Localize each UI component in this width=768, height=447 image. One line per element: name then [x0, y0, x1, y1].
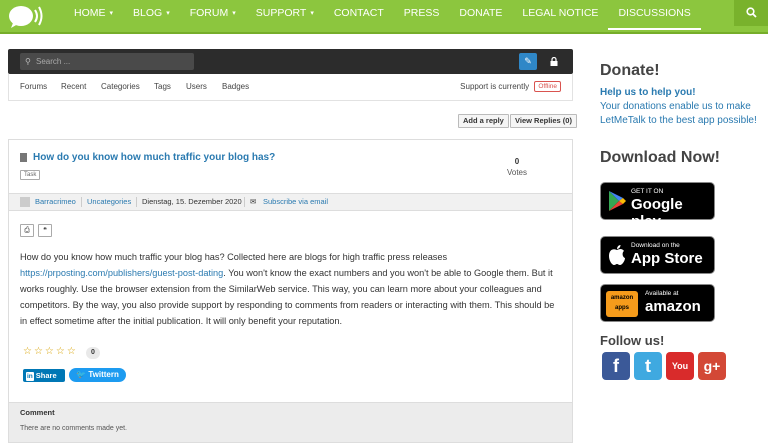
twitter-icon[interactable]: t — [634, 352, 662, 380]
quote-icon[interactable]: ❝ — [38, 224, 52, 237]
mail-icon: ✉ — [250, 197, 257, 206]
google-plus-icon[interactable]: g+ — [698, 352, 726, 380]
forum-tabs: Forums Recent Categories Tags Users Badg… — [8, 74, 573, 101]
post-body: How do you know how much traffic your bl… — [20, 249, 560, 329]
nav-item-label: CONTACT — [333, 7, 384, 19]
tab-users[interactable]: Users — [186, 82, 207, 91]
nav-item-support[interactable]: SUPPORT ▾ — [246, 0, 324, 26]
nav-item-forum[interactable]: FORUM ▾ — [180, 0, 246, 26]
nav-item-label: FORUM — [189, 7, 229, 19]
category-link[interactable]: Uncategories — [87, 194, 131, 210]
linkedin-label: Share — [35, 371, 57, 380]
post-title[interactable]: How do you know how much traffic your bl… — [33, 152, 275, 163]
nav-item-contact[interactable]: CONTACT — [324, 0, 394, 26]
apple-icon — [609, 245, 625, 265]
nav-item-label: BLOG — [133, 7, 163, 19]
offline-badge: Offline — [534, 81, 561, 92]
google-play-big: Google play — [631, 196, 683, 230]
chevron-down-icon: ▾ — [232, 10, 236, 17]
edit-pencil-icon[interactable]: ✎ — [519, 53, 537, 70]
chevron-down-icon: ▾ — [109, 10, 114, 17]
twitter-share-button[interactable]: 🐦 Twittern — [69, 368, 126, 382]
votes-label: Votes — [506, 168, 527, 177]
help-text[interactable]: Your donations enable us to make LetMeTa… — [600, 100, 760, 128]
nav-item-press[interactable]: PRESS — [394, 0, 450, 26]
nav-item-legal-notice[interactable]: LEGAL NOTICE — [512, 0, 608, 26]
divider — [81, 197, 82, 207]
speech-bubble-logo-icon[interactable] — [8, 4, 44, 28]
task-tag[interactable]: Task — [20, 170, 41, 180]
twitter-label: Twittern — [88, 370, 119, 379]
tab-tags[interactable]: Tags — [154, 82, 171, 91]
support-text: Support is currently — [460, 82, 530, 91]
chevron-down-icon: ▾ — [310, 10, 314, 17]
tab-forums[interactable]: Forums — [20, 82, 47, 91]
support-status: Support is currently Offline — [460, 81, 561, 92]
nav-item-discussions[interactable]: DISCUSSIONS — [608, 0, 701, 30]
avatar — [20, 197, 30, 207]
nav-item-home[interactable]: HOME ▾ — [64, 0, 123, 26]
post-card: How do you know how much traffic your bl… — [8, 139, 573, 443]
divider — [244, 197, 245, 207]
twitter-bird-icon: 🐦 — [76, 370, 87, 379]
document-icon — [20, 153, 27, 162]
download-heading: Download Now! — [600, 149, 720, 166]
tab-recent[interactable]: Recent — [61, 82, 86, 91]
linkedin-icon: in — [26, 372, 34, 381]
amazon-apps-button[interactable]: amazon apps Available at amazon — [600, 284, 715, 322]
amazon-big: amazon — [645, 298, 701, 315]
nav-item-label: PRESS — [403, 7, 440, 19]
linkedin-share-button[interactable]: in Share — [23, 369, 65, 382]
nav-item-label: DISCUSSIONS — [618, 7, 691, 19]
post-date: Dienstag, 15. Dezember 2020 — [142, 197, 242, 206]
google-play-icon — [609, 191, 626, 211]
body-text-1: How do you know how much traffic your bl… — [20, 252, 448, 262]
main-menu: HOME ▾ BLOG ▾ FORUM ▾ SUPPORT ▾ CONTACT PRESS DONA… — [64, 0, 701, 34]
print-icon[interactable]: ⎙ — [20, 224, 34, 237]
nav-item-label: DONATE — [459, 7, 503, 19]
nav-item-label: LEGAL NOTICE — [522, 7, 599, 19]
app-store-small: Download on the — [631, 242, 680, 249]
amazon-apps-logo-icon: amazon apps — [606, 291, 638, 317]
google-play-button[interactable]: GET IT ON Google play — [600, 182, 715, 230]
app-store-big: App Store — [631, 250, 703, 267]
rating-count: 0 — [86, 347, 100, 359]
search-placeholder: Search ... — [36, 57, 71, 66]
google-play-small: GET IT ON — [631, 188, 664, 195]
search-icon: ⚲ — [25, 57, 31, 66]
tab-categories[interactable]: Categories — [101, 82, 140, 91]
post-meta: Barracrimeo Uncategories Dienstag, 15. D… — [9, 193, 572, 211]
youtube-icon[interactable]: You — [666, 352, 694, 380]
comment-title: Comment — [20, 408, 55, 417]
forum-toolbar: ⚲ Search ... ✎ — [8, 49, 573, 74]
body-link[interactable]: https://prposting.com/publishers/guest-p… — [20, 268, 223, 278]
chevron-down-icon: ▾ — [166, 10, 170, 17]
nav-item-label: SUPPORT — [255, 7, 307, 19]
nav-item-donate[interactable]: DONATE — [449, 0, 512, 26]
help-title[interactable]: Help us to help you! — [600, 87, 696, 98]
nav-item-label: HOME — [74, 7, 106, 19]
author-link[interactable]: Barracrimeo — [35, 194, 76, 210]
rating-stars[interactable]: ☆☆☆☆☆ — [23, 346, 78, 357]
votes-count: 0 — [514, 157, 520, 166]
nav-item-blog[interactable]: BLOG ▾ — [123, 0, 180, 26]
facebook-icon[interactable]: f — [602, 352, 630, 380]
add-reply-button[interactable]: Add a reply — [458, 114, 509, 128]
top-navigation: HOME ▾ BLOG ▾ FORUM ▾ SUPPORT ▾ CONTACT PRESS DONA… — [0, 0, 768, 34]
lock-icon[interactable] — [545, 53, 563, 70]
forum-search-input[interactable]: ⚲ Search ... — [20, 53, 194, 70]
comment-empty-text: There are no comments made yet. — [20, 425, 127, 432]
app-store-button[interactable]: Download on the App Store — [600, 236, 715, 274]
amazon-small: Available at — [645, 290, 679, 297]
tab-badges[interactable]: Badges — [222, 82, 249, 91]
follow-heading: Follow us! — [600, 333, 665, 348]
search-icon[interactable] — [734, 0, 768, 26]
divider — [136, 197, 137, 207]
comment-section: Comment There are no comments made yet. — [9, 402, 572, 442]
subscribe-link[interactable]: Subscribe via email — [263, 194, 328, 210]
view-replies-button[interactable]: View Replies (0) — [510, 114, 577, 128]
donate-heading: Donate! — [600, 62, 660, 79]
